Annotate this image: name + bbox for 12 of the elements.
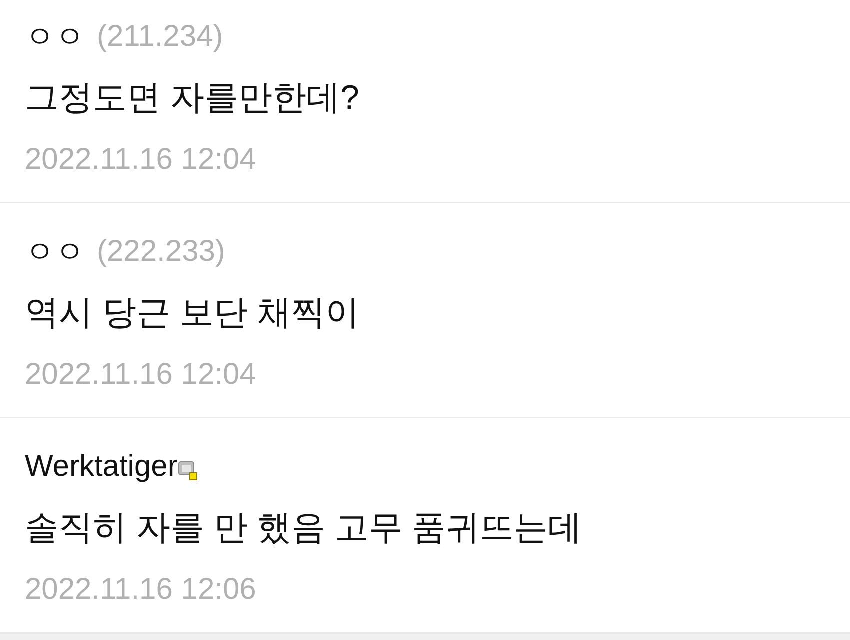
comment-text: 역시 당근 보단 채찍이 xyxy=(25,293,360,334)
comment-date: 2022.11.16 12:04 xyxy=(25,358,256,392)
comment-text: 그정도면 자를만한데? xyxy=(25,78,360,119)
comment-text: 솔직히 자를 만 했음 고무 품귀뜨는데 xyxy=(25,508,582,549)
ip-address: (211.234) xyxy=(97,20,224,54)
ip-address: (222.233) xyxy=(97,235,226,269)
author-name: ㅇㅇ xyxy=(25,20,85,56)
comment-date: 2022.11.16 12:06 xyxy=(25,573,256,607)
author-name: ㅇㅇ xyxy=(25,234,85,270)
comment-date: 2022.11.16 12:04 xyxy=(25,143,256,177)
author-name: Werktatiger xyxy=(25,450,178,484)
member-badge-icon xyxy=(178,461,198,481)
